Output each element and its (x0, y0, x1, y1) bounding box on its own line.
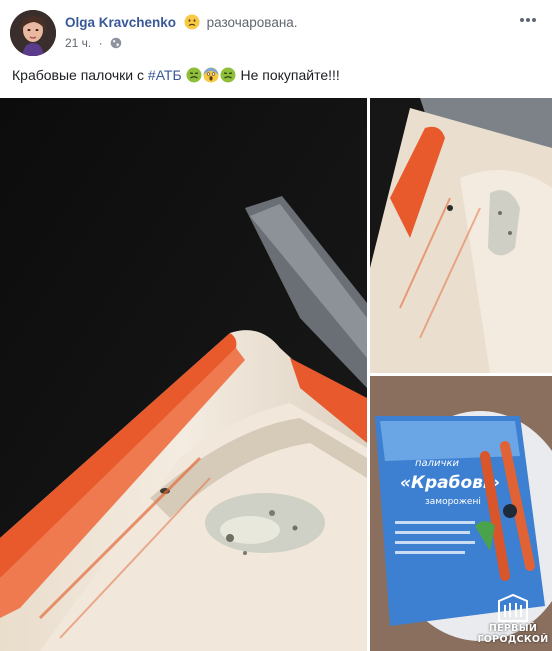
svg-text:заморожені: заморожені (425, 497, 481, 507)
svg-text:палички: палички (415, 458, 460, 469)
avatar[interactable] (10, 10, 56, 56)
photo-main[interactable] (0, 98, 367, 651)
watermark-line-2: ГОРОДСКОЙ (477, 634, 549, 645)
facebook-post: Olga Kravchenko разочарована. 21 ч. · Кр… (0, 0, 552, 651)
globe-icon[interactable] (110, 37, 122, 49)
photo-grid: палички «Крабові» заморожені ПЕРВЫЙ ГОРО… (0, 98, 552, 651)
photo-side-top[interactable] (370, 98, 552, 373)
watermark-logo: ПЕРВЫЙ ГОРОДСКОЙ (477, 585, 549, 645)
post-timestamp[interactable]: 21 ч. (65, 36, 91, 50)
disappointed-face-icon (184, 14, 200, 30)
post-meta: 21 ч. · (65, 36, 122, 50)
hashtag-link[interactable]: #АТБ (148, 67, 182, 83)
photo-side-bottom[interactable]: палички «Крабові» заморожені ПЕРВЫЙ ГОРО… (370, 376, 552, 651)
post-header: Olga Kravchenko разочарована. 21 ч. · (10, 10, 542, 58)
screaming-face-icon (203, 67, 219, 83)
author-line: Olga Kravchenko разочарована. (65, 14, 298, 31)
feeling-text: разочарована. (206, 15, 298, 30)
crab-stick-open-image (370, 98, 552, 373)
post-message-text: Крабовые палочки с (12, 67, 148, 83)
crab-stick-closeup-image (0, 98, 367, 651)
more-options-button[interactable] (514, 10, 542, 30)
nauseated-face-icon (220, 67, 236, 83)
post-message: Крабовые палочки с #АТБ Не покупайте!!! (12, 67, 340, 83)
meta-separator: · (98, 36, 103, 50)
author-name[interactable]: Olga Kravchenko (65, 15, 176, 30)
city-emblem-icon (498, 593, 528, 622)
watermark-line-1: ПЕРВЫЙ (488, 623, 538, 634)
nauseated-face-icon (186, 67, 202, 83)
avatar-image (10, 10, 56, 56)
post-message-text-end: Не покупайте!!! (236, 67, 340, 83)
ellipsis-icon (520, 18, 536, 22)
